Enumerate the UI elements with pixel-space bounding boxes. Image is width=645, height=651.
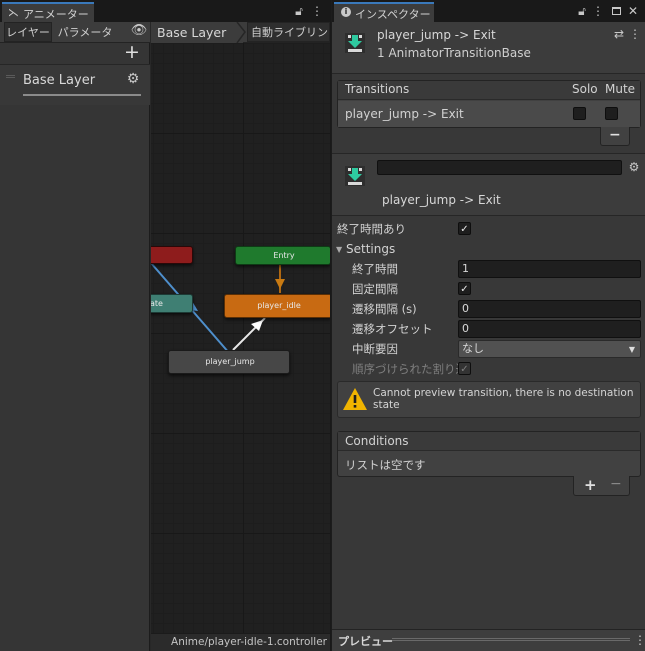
mute-label: Mute <box>605 82 636 96</box>
ordered-interruption-label: 順序づけられた割り込 <box>352 362 467 376</box>
transition-arrows <box>151 262 285 355</box>
solo-checkbox[interactable] <box>573 107 586 120</box>
transition-offset-label: 遷移オフセット <box>352 322 433 336</box>
transition-row-label: player_jump -> Exit <box>345 107 464 121</box>
interruption-source-label: 中断要因 <box>352 342 398 356</box>
arrow-head-orange <box>275 279 285 289</box>
preview-drag-handle[interactable] <box>392 638 630 641</box>
state-node-teal[interactable]: ate <box>151 294 193 313</box>
close-icon[interactable]: ✕ <box>626 4 640 18</box>
warning-text: Cannot preview transition, there is no d… <box>373 387 634 411</box>
transitions-header-label: Transitions <box>345 82 410 96</box>
inspector-title: player_jump -> Exit <box>377 28 496 42</box>
layer-name: Base Layer <box>23 73 96 88</box>
inspector-tab-label: インスペクター <box>355 8 431 21</box>
settings-foldout-label[interactable]: Settings <box>346 242 395 256</box>
layer-drag-handle[interactable] <box>6 75 15 78</box>
breadcrumb-chevron-icon <box>236 22 246 43</box>
remove-condition-button[interactable]: − <box>610 476 622 492</box>
warning-icon <box>343 388 367 410</box>
lock-icon[interactable]: 🔓︎ <box>292 4 306 18</box>
parameters-tab[interactable]: パラメーター <box>54 22 116 58</box>
inspector-more-icon[interactable]: ⋮ <box>592 4 604 18</box>
inspector-subtitle: 1 AnimatorTransitionBase <box>377 46 531 60</box>
inspector-header: player_jump -> Exit 1 AnimatorTransition… <box>332 22 645 74</box>
transition-duration-field[interactable]: 0 <box>458 300 641 318</box>
remove-transition-button[interactable]: − <box>609 127 621 143</box>
animator-tab[interactable]: ⋋ アニメーター <box>2 2 94 22</box>
fixed-duration-label: 固定間隔 <box>352 282 398 296</box>
preview-bar[interactable]: プレビュー ⋮ <box>332 629 645 651</box>
status-bar: Anime/player-idle-1.controller <box>151 633 330 651</box>
preset-icon[interactable]: ⇄ <box>613 27 625 41</box>
layer-list: Base Layer ⚙︎ <box>0 64 150 105</box>
exit-time-field[interactable]: 1 <box>458 260 641 278</box>
exit-time-label: 終了時間 <box>352 262 398 276</box>
settings-foldout-icon[interactable]: ▼ <box>336 245 342 254</box>
conditions-footer: + − <box>573 476 630 496</box>
animator-window: ⋋ アニメーター 🔓︎ ⋮ レイヤー パラメーター 👁︎ + Base Laye… <box>0 0 330 651</box>
conditions-list: Conditions リストは空です <box>337 431 641 477</box>
interruption-source-dropdown[interactable]: なし ▼ <box>458 340 641 358</box>
inspector-lock-icon[interactable]: 🔓︎ <box>575 4 589 18</box>
warning-box: Cannot preview transition, there is no d… <box>337 381 641 418</box>
conditions-empty-text: リストは空です <box>345 458 426 472</box>
animator-graph[interactable]: ate Entry player_idle player_jump <box>151 43 330 633</box>
transition-duration-label: 遷移間隔 (s) <box>352 302 417 316</box>
idle-state-label: player_idle <box>257 301 301 310</box>
solo-label: Solo <box>572 82 598 96</box>
transition-name-text: player_jump -> Exit <box>382 193 501 207</box>
header-more-icon[interactable]: ⋮ <box>629 27 641 41</box>
preview-more-icon[interactable]: ⋮ <box>634 633 645 647</box>
transition-settings-gear-icon[interactable]: ⚙︎ <box>628 160 640 174</box>
transition-row[interactable]: player_jump -> Exit <box>338 101 640 127</box>
breadcrumb[interactable]: Base Layer <box>151 22 243 43</box>
transition-offset-field[interactable]: 0 <box>458 320 641 338</box>
inspector-window: i インスペクター 🔓︎ ⋮ ✕ player_jump -> Exit 1 A… <box>331 0 645 651</box>
ordered-interruption-checkbox: ✓ <box>458 362 471 375</box>
has-exit-time-label: 終了時間あり <box>337 222 406 236</box>
inspector-tab[interactable]: i インスペクター <box>334 2 434 22</box>
controller-path: Anime/player-idle-1.controller <box>171 636 327 648</box>
add-condition-button[interactable]: + <box>584 476 597 494</box>
auto-live-link-button[interactable]: 自動ライブリンク <box>247 22 330 42</box>
info-icon: i <box>341 7 351 17</box>
state-node-red[interactable] <box>151 246 193 264</box>
transition-icon <box>345 33 365 53</box>
more-menu-icon[interactable]: ⋮ <box>310 4 324 18</box>
add-layer-button[interactable]: + <box>124 41 140 63</box>
jump-state-label: player_jump <box>205 357 255 366</box>
layer-list-panel <box>0 43 150 651</box>
transition-detail-icon <box>345 166 365 186</box>
dropdown-arrow-icon: ▼ <box>628 345 635 354</box>
transition-name-field[interactable] <box>377 160 622 175</box>
transitions-footer: − <box>600 127 630 146</box>
animator-icon: ⋋ <box>8 6 19 19</box>
transition-detail-header: ⚙︎ player_jump -> Exit <box>332 153 645 216</box>
animator-tab-label: アニメーター <box>23 8 89 21</box>
mute-checkbox[interactable] <box>605 107 618 120</box>
gear-icon[interactable]: ⚙︎ <box>125 72 141 86</box>
transitions-list: Transitions Solo Mute player_jump -> Exi… <box>337 80 641 128</box>
state-node-teal-label: ate <box>151 299 163 308</box>
layer-item[interactable]: Base Layer ⚙︎ <box>0 65 150 105</box>
layers-tab[interactable]: レイヤー <box>4 22 52 42</box>
conditions-header: Conditions <box>338 432 640 451</box>
fixed-duration-checkbox[interactable]: ✓ <box>458 282 471 295</box>
conditions-header-label: Conditions <box>345 434 409 448</box>
eye-icon[interactable]: 👁︎ <box>130 24 148 38</box>
entry-node-label: Entry <box>273 251 295 260</box>
transitions-header: Transitions Solo Mute <box>338 81 640 100</box>
preview-label: プレビュー <box>338 635 393 648</box>
interruption-source-value: なし <box>462 342 484 355</box>
maximize-icon[interactable] <box>612 7 621 15</box>
entry-node[interactable]: Entry <box>235 246 330 265</box>
layer-weight-bar[interactable] <box>23 94 141 96</box>
has-exit-time-checkbox[interactable]: ✓ <box>458 222 471 235</box>
jump-state-node[interactable]: player_jump <box>168 350 290 374</box>
idle-state-node[interactable]: player_idle <box>224 294 330 318</box>
breadcrumb-label: Base Layer <box>157 25 227 40</box>
